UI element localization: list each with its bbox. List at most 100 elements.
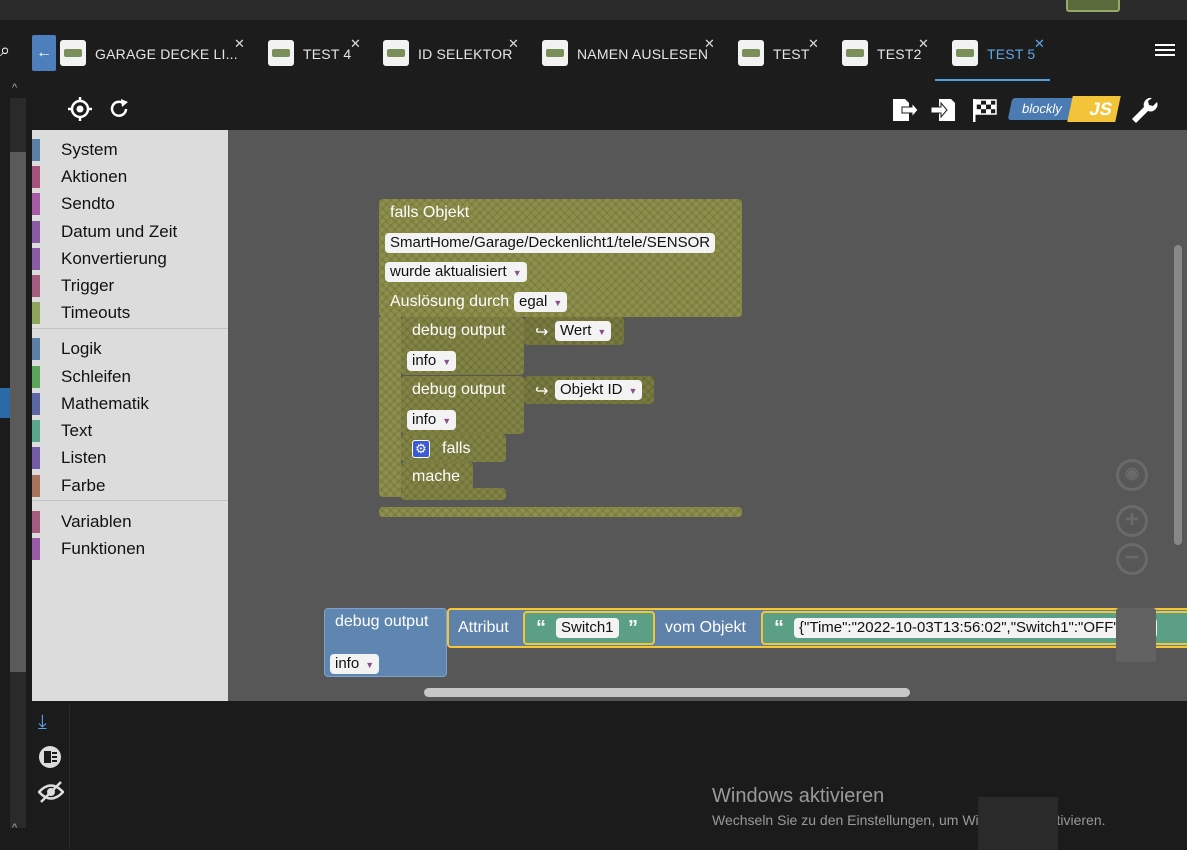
target-icon[interactable] [68, 97, 92, 127]
blockly-script-icon [738, 40, 764, 66]
hide-icon[interactable] [37, 781, 65, 809]
tab-label: TEST 4 [303, 46, 352, 62]
string-field-switch1[interactable]: Switch1 [556, 618, 619, 638]
export-icon[interactable] [890, 96, 919, 130]
chevron-down-icon: ▼ [442, 357, 452, 367]
recenter-icon[interactable]: ◉ [1116, 459, 1148, 491]
log-level-dropdown[interactable]: info ▼ [407, 351, 457, 371]
scroll-down-icon[interactable]: ^ [12, 822, 17, 834]
back-arrow-icon[interactable]: ← [32, 35, 56, 71]
toolbox-category-trigger[interactable]: Trigger [32, 273, 228, 299]
toolbox-category-mathematik[interactable]: Mathematik [32, 391, 228, 417]
category-swatch [32, 139, 40, 161]
blockly-script-icon [383, 40, 409, 66]
category-label: Datum und Zeit [61, 222, 178, 241]
trigger-by-dropdown[interactable]: egal ▼ [514, 292, 568, 312]
tab-label: TEST 5 [987, 46, 1036, 62]
toolbox-category-variablen[interactable]: Variablen [32, 509, 228, 535]
trash-can-icon[interactable] [1116, 608, 1156, 662]
trigger-by-value: egal [519, 293, 548, 310]
value-label: Objekt ID [560, 381, 623, 398]
category-label: Farbe [61, 476, 106, 495]
active-tab-indicator [935, 79, 1050, 81]
debug-output-label: debug output [412, 322, 506, 339]
blockly-script-icon [60, 40, 86, 66]
toolbox-category-schleifen[interactable]: Schleifen [32, 364, 228, 390]
log-level-dropdown[interactable]: info ▼ [330, 654, 380, 674]
wrench-icon[interactable] [1130, 96, 1158, 130]
toolbox-category-aktionen[interactable]: Aktionen [32, 164, 228, 190]
tab-label: GARAGE DECKE LI... [95, 46, 238, 62]
close-icon[interactable]: ✕ [704, 36, 715, 52]
log-icon[interactable] [38, 745, 62, 775]
blockly-js-logo[interactable]: blockly JS [1007, 96, 1121, 122]
toolbox-category-konvertierung[interactable]: Konvertierung [32, 246, 228, 272]
system-tray [978, 797, 1058, 850]
category-label: Trigger [61, 276, 115, 295]
arrow-icon: ↪ [535, 324, 549, 341]
close-icon[interactable]: ✕ [234, 36, 245, 52]
zoom-in-icon[interactable]: + [1116, 505, 1148, 537]
tab-label: TEST [773, 46, 810, 62]
toolbox-category-system[interactable]: System [32, 137, 228, 163]
toolbox-category-logik[interactable]: Logik [32, 336, 228, 362]
category-swatch [32, 475, 40, 497]
value-label: Wert [560, 322, 592, 339]
object-id-field[interactable]: SmartHome/Garage/Deckenlicht1/tele/SENSO… [385, 233, 716, 253]
condition-dropdown[interactable]: wurde aktualisiert ▼ [385, 262, 527, 282]
checkered-flag-icon[interactable] [970, 96, 998, 130]
log-level-dropdown[interactable]: info ▼ [407, 410, 457, 430]
chevron-down-icon: ▼ [597, 327, 607, 337]
category-swatch [32, 366, 40, 388]
close-icon[interactable]: ✕ [1034, 36, 1045, 52]
if-label: falls [442, 440, 471, 457]
zoom-out-icon[interactable]: − [1116, 543, 1148, 575]
trigger-block-spine [379, 317, 401, 497]
toolbox-category-listen[interactable]: Listen [32, 445, 228, 471]
gear-icon[interactable]: ⚙ [412, 440, 430, 458]
log-level-value: info [412, 352, 437, 369]
left-scrollbar-thumb[interactable] [10, 152, 26, 672]
search-icon[interactable]: ⌕ [0, 40, 16, 60]
string-field-object[interactable]: {"Time":"2022-10-03T13:56:02","Switch1":… [794, 618, 1157, 638]
toolbox-category-datum-und-zeit[interactable]: Datum und Zeit [32, 219, 228, 245]
refresh-icon[interactable] [108, 98, 130, 126]
import-icon[interactable] [930, 96, 958, 130]
blockly-workspace[interactable]: falls Objekt SmartHome/Garage/Deckenlich… [228, 130, 1187, 701]
toolbox-category-sendto[interactable]: Sendto [32, 191, 228, 217]
category-swatch [32, 221, 40, 243]
toolbox-category-timeouts[interactable]: Timeouts [32, 300, 228, 326]
category-label: Timeouts [61, 303, 131, 322]
blockly-script-icon [542, 40, 568, 66]
close-icon[interactable]: ✕ [508, 36, 519, 52]
download-icon[interactable]: ⤓ [38, 711, 47, 734]
close-icon[interactable]: ✕ [918, 36, 929, 52]
category-label: Sendto [61, 194, 115, 213]
workspace-horizontal-scrollbar[interactable] [424, 688, 910, 697]
log-level-value: info [412, 411, 437, 428]
close-icon[interactable]: ✕ [808, 36, 819, 52]
toolbox-category-farbe[interactable]: Farbe [32, 473, 228, 499]
value-dropdown[interactable]: Objekt ID ▼ [555, 380, 643, 400]
category-swatch [32, 338, 40, 360]
arrow-icon: ↪ [535, 383, 549, 400]
category-label: Variablen [61, 512, 132, 531]
category-label: Konvertierung [61, 249, 167, 268]
category-swatch [32, 393, 40, 415]
category-swatch [32, 420, 40, 442]
toolbox-category-text[interactable]: Text [32, 418, 228, 444]
hamburger-icon[interactable] [1155, 44, 1175, 58]
workspace-vertical-scrollbar[interactable] [1174, 245, 1182, 545]
blockly-label: blockly [1007, 98, 1077, 120]
toolbox-separator [32, 500, 228, 501]
log-panel-sidebar: ⤓ [32, 705, 70, 850]
close-icon[interactable]: ✕ [350, 36, 361, 52]
quote-open-icon: “ [536, 617, 546, 639]
scroll-up-icon[interactable]: ^ [12, 82, 17, 94]
value-dropdown[interactable]: Wert ▼ [555, 321, 612, 341]
toolbox-category-funktionen[interactable]: Funktionen [32, 536, 228, 562]
tab-label: NAMEN AUSLESEN [577, 46, 709, 62]
category-label: Listen [61, 448, 107, 467]
if-block-footer [401, 488, 506, 500]
category-label: System [61, 140, 118, 159]
